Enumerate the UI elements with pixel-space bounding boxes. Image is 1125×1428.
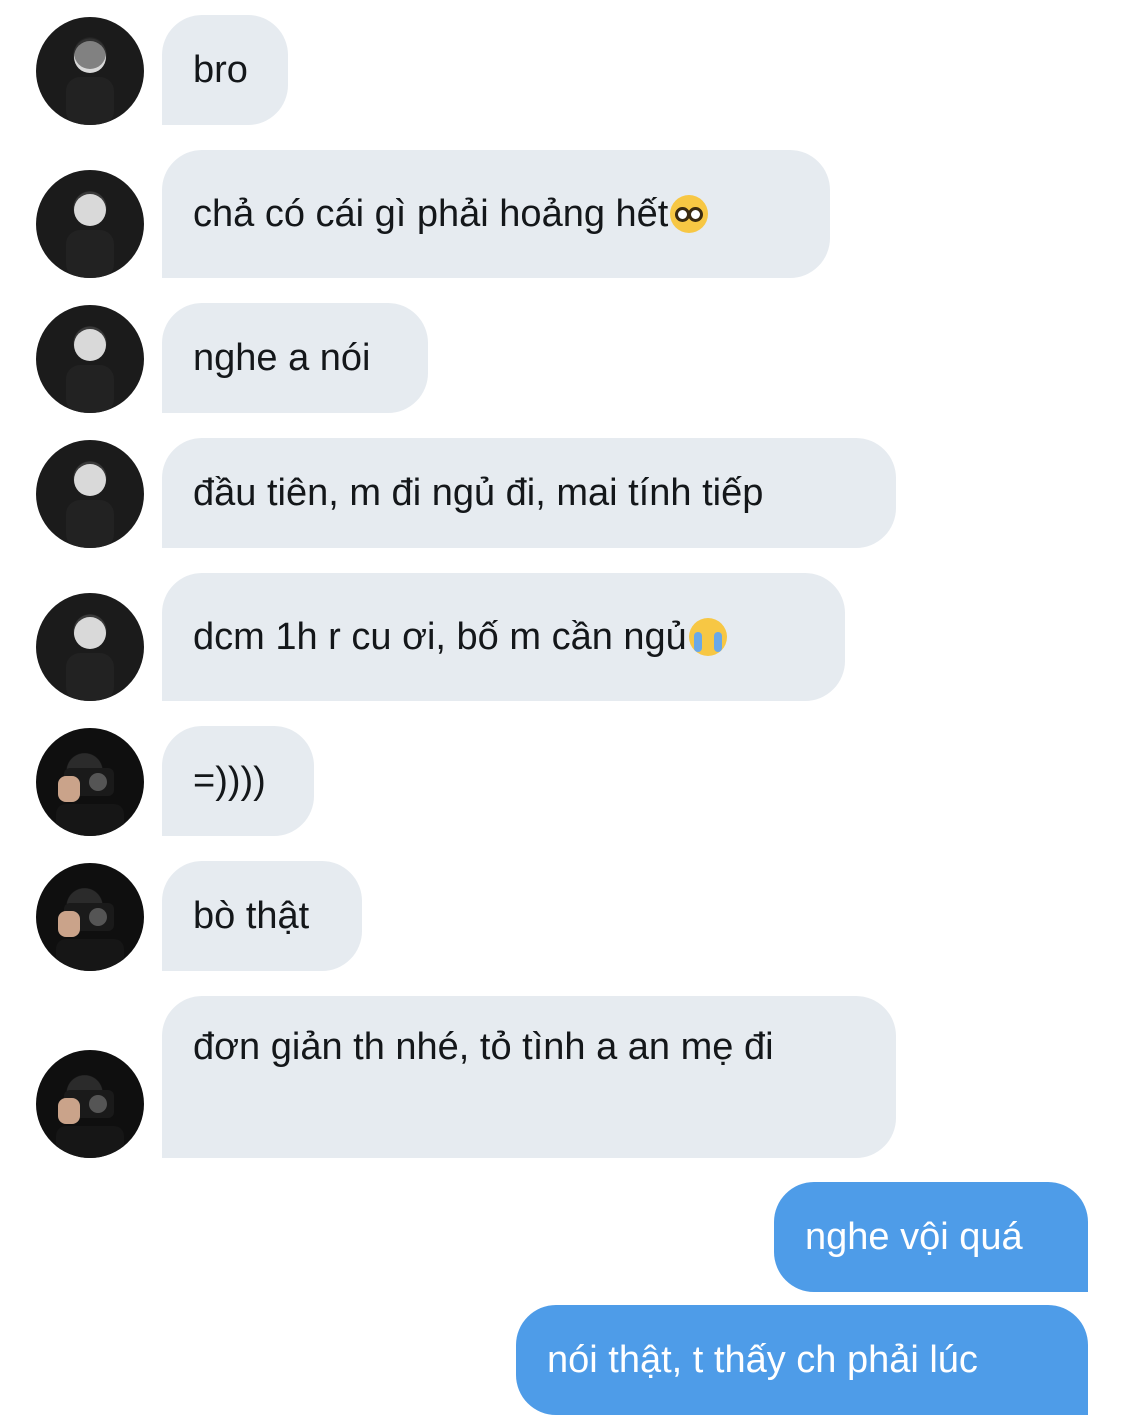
message-row: đơn giản th nhé, tỏ tình a an mẹ đi [0, 996, 1125, 1158]
message-bubble[interactable]: đơn giản th nhé, tỏ tình a an mẹ đi [162, 996, 896, 1158]
loudly-crying-face-emoji-icon [688, 618, 727, 656]
message-text: bro [193, 49, 248, 91]
message-row: nghe a nói [0, 303, 1125, 413]
message-row: đầu tiên, m đi ngủ đi, mai tính tiếp [0, 438, 1125, 548]
nerd-face-emoji-icon [670, 195, 709, 233]
message-text: nói thật, t thấy ch phải lúc [547, 1339, 978, 1381]
message-row: dcm 1h r cu ơi, bố m cần ngủ [0, 573, 1125, 701]
message-text: bò thật [193, 895, 310, 937]
avatar[interactable] [36, 440, 144, 548]
message-bubble-outgoing[interactable]: nói thật, t thấy ch phải lúc [516, 1305, 1088, 1415]
message-bubble[interactable]: =)))) [162, 726, 314, 836]
message-text: đầu tiên, m đi ngủ đi, mai tính tiếp [193, 472, 764, 514]
message-bubble[interactable]: đầu tiên, m đi ngủ đi, mai tính tiếp [162, 438, 896, 548]
message-text: nghe vội quá [805, 1216, 1023, 1258]
message-row: nói thật, t thấy ch phải lúc [0, 1305, 1125, 1415]
message-text: đơn giản th nhé, tỏ tình a an mẹ đi [193, 1026, 774, 1068]
message-bubble[interactable]: bro [162, 15, 288, 125]
message-row: nghe vội quá [0, 1182, 1125, 1292]
avatar[interactable] [36, 728, 144, 836]
avatar[interactable] [36, 863, 144, 971]
message-row: bò thật [0, 861, 1125, 971]
avatar[interactable] [36, 1050, 144, 1158]
message-row: =)))) [0, 726, 1125, 836]
avatar[interactable] [36, 17, 144, 125]
message-bubble[interactable]: nghe a nói [162, 303, 428, 413]
avatar[interactable] [36, 305, 144, 413]
message-text: chả có cái gì phải hoảng hết [193, 193, 669, 235]
message-text: nghe a nói [193, 337, 371, 379]
avatar[interactable] [36, 593, 144, 701]
message-bubble[interactable]: chả có cái gì phải hoảng hết [162, 150, 830, 278]
avatar[interactable] [36, 170, 144, 278]
message-row: chả có cái gì phải hoảng hết [0, 150, 1125, 278]
message-bubble-outgoing[interactable]: nghe vội quá [774, 1182, 1088, 1292]
message-row: bro [0, 15, 1125, 125]
message-text: dcm 1h r cu ơi, bố m cần ngủ [193, 616, 687, 658]
message-bubble[interactable]: bò thật [162, 861, 362, 971]
message-text: =)))) [193, 760, 266, 802]
message-bubble[interactable]: dcm 1h r cu ơi, bố m cần ngủ [162, 573, 845, 701]
